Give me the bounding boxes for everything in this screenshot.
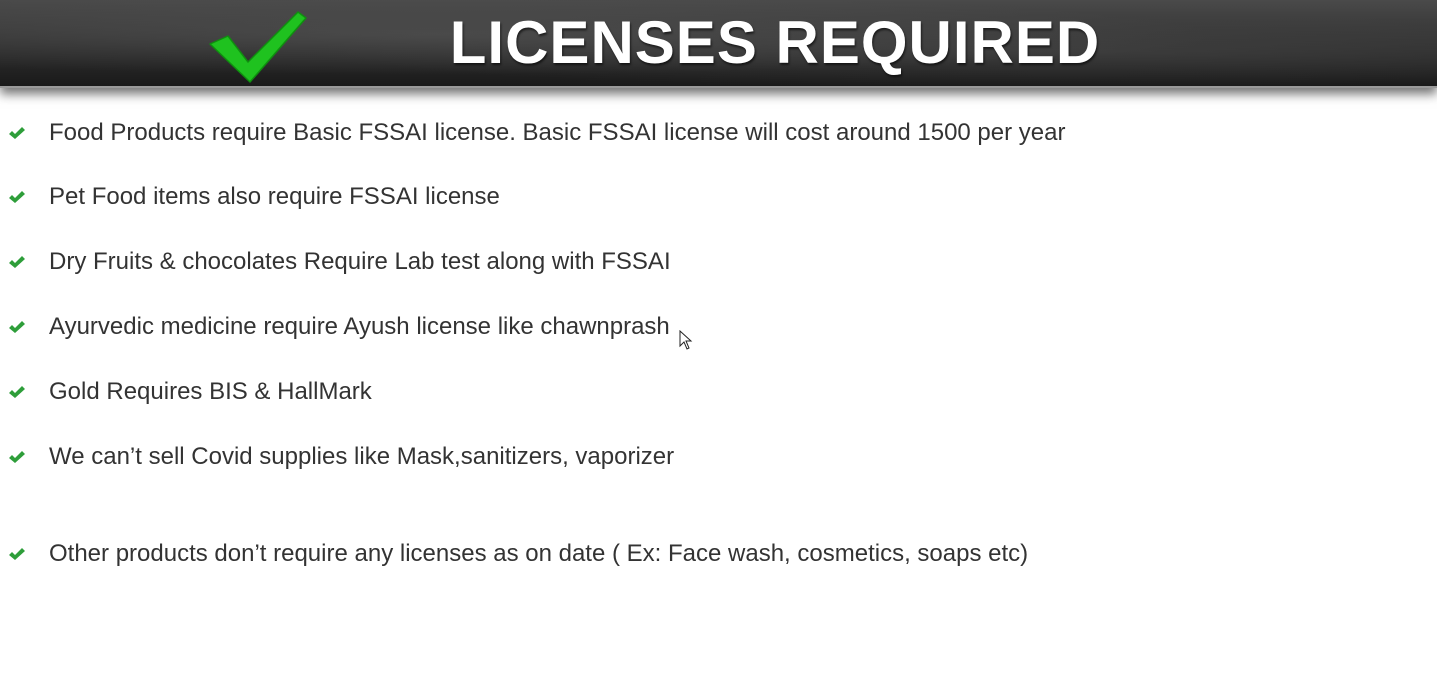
- check-icon: [9, 386, 25, 398]
- list-item: Dry Fruits & chocolates Require Lab test…: [8, 246, 671, 278]
- list-item: We can’t sell Covid supplies like Mask,s…: [8, 441, 674, 473]
- mouse-pointer-icon: [679, 330, 693, 350]
- list-item-text: Ayurvedic medicine require Ayush license…: [49, 313, 670, 340]
- bullet-list: Food Products require Basic FSSAI licens…: [0, 0, 1437, 685]
- check-icon: [9, 191, 25, 203]
- list-item-text: We can’t sell Covid supplies like Mask,s…: [49, 443, 675, 470]
- check-icon: [9, 548, 25, 560]
- check-icon: [9, 451, 25, 463]
- check-icon: [9, 256, 25, 268]
- list-item-text: Other products don’t require any license…: [49, 540, 1029, 567]
- list-item: Ayurvedic medicine require Ayush license…: [8, 311, 670, 343]
- list-item-text: Food Products require Basic FSSAI licens…: [49, 119, 1066, 146]
- list-item-text: Gold Requires BIS & HallMark: [49, 378, 372, 405]
- list-item: Food Products require Basic FSSAI licens…: [8, 117, 1065, 149]
- list-item-text: Pet Food items also require FSSAI licens…: [49, 183, 500, 210]
- check-icon: [9, 321, 25, 333]
- check-icon: [9, 127, 25, 139]
- list-item-text: Dry Fruits & chocolates Require Lab test…: [49, 248, 671, 275]
- list-item: Other products don’t require any license…: [8, 538, 1028, 570]
- list-item: Pet Food items also require FSSAI licens…: [8, 181, 500, 213]
- list-item: Gold Requires BIS & HallMark: [8, 376, 372, 408]
